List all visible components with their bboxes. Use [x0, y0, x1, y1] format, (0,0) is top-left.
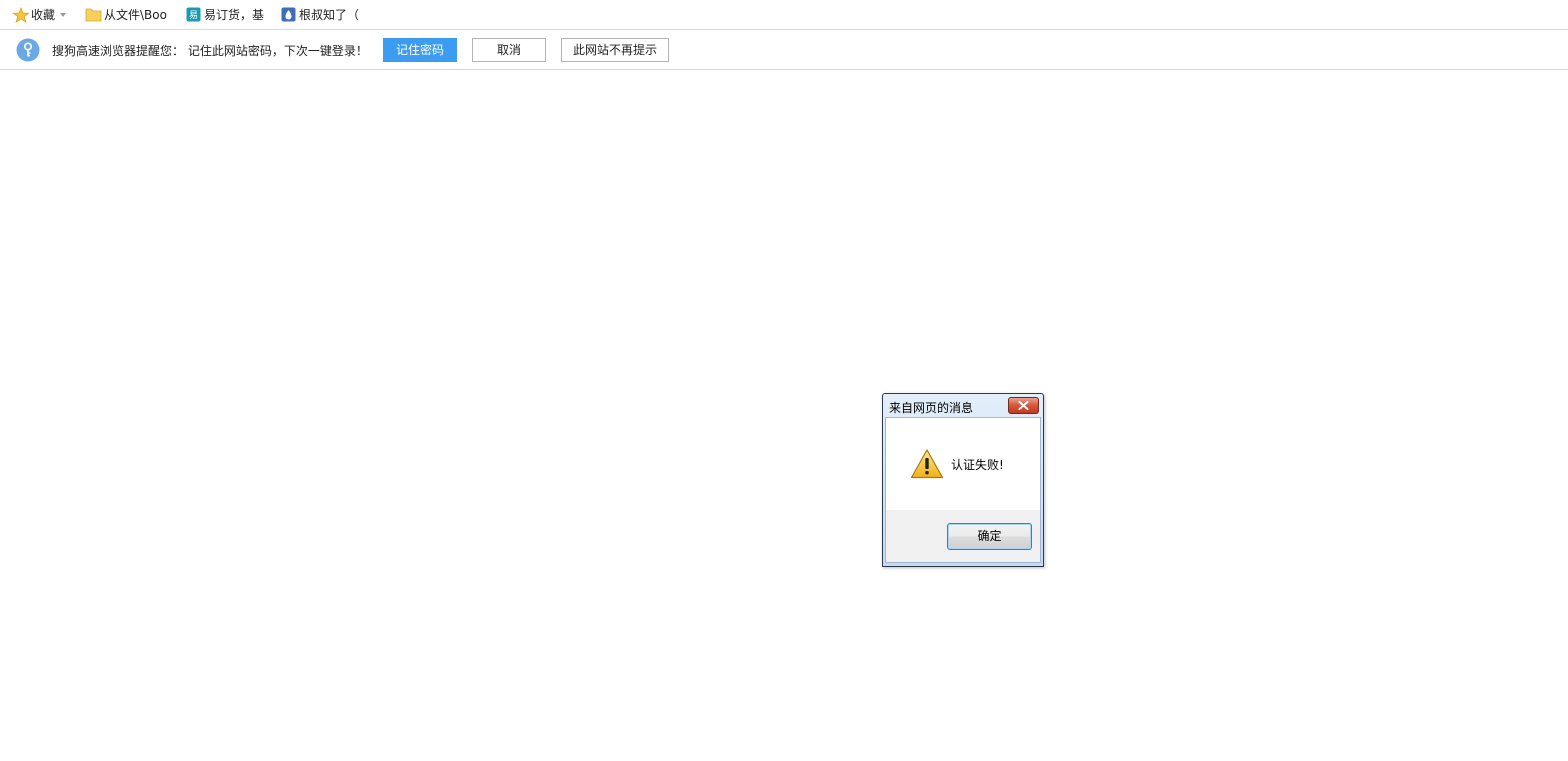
- star-icon: [12, 6, 29, 23]
- bookmarks-bar: 收藏 从文件\Boo 易 易订货，基 根叔知了（: [0, 0, 1568, 30]
- bookmark-item-page[interactable]: 根叔知了（: [276, 4, 363, 26]
- password-prompt-bar: 搜狗高速浏览器提醒您： 记住此网站密码，下次一键登录！ 记住密码 取消 此网站不…: [0, 30, 1568, 70]
- favorites-menu[interactable]: 收藏: [8, 4, 77, 26]
- favorites-label: 收藏: [31, 8, 56, 22]
- key-icon: [16, 38, 40, 62]
- bookmark-label: 从文件\Boo: [104, 8, 167, 22]
- bookmark-label: 易订货，基: [203, 8, 264, 22]
- cancel-button[interactable]: 取消: [472, 38, 546, 62]
- app-icon: 易: [185, 6, 202, 23]
- chevron-down-icon[interactable]: [59, 12, 67, 18]
- drop-icon: [280, 6, 297, 23]
- warning-icon: [910, 448, 944, 480]
- dialog-message: 认证失败!: [951, 458, 1004, 472]
- bookmark-item-app[interactable]: 易 易订货，基: [181, 4, 268, 26]
- dialog-body: 认证失败! 确定: [885, 417, 1041, 563]
- prompt-message: 搜狗高速浏览器提醒您： 记住此网站密码，下次一键登录！: [52, 44, 368, 58]
- folder-icon: [85, 6, 102, 23]
- alert-dialog: 来自网页的消息 认证失败! 确定: [882, 393, 1044, 567]
- ok-button[interactable]: 确定: [947, 523, 1032, 550]
- close-icon: [1018, 399, 1029, 413]
- never-for-site-button[interactable]: 此网站不再提示: [561, 38, 669, 62]
- dialog-footer: 确定: [886, 510, 1040, 562]
- bookmark-label: 根叔知了（: [299, 8, 360, 22]
- svg-text:易: 易: [189, 10, 198, 21]
- bookmark-item-folder[interactable]: 从文件\Boo: [81, 4, 171, 26]
- dialog-title: 来自网页的消息: [889, 401, 974, 415]
- remember-password-button[interactable]: 记住密码: [383, 38, 457, 62]
- close-button[interactable]: [1008, 397, 1039, 414]
- dialog-titlebar[interactable]: 来自网页的消息: [883, 394, 1043, 417]
